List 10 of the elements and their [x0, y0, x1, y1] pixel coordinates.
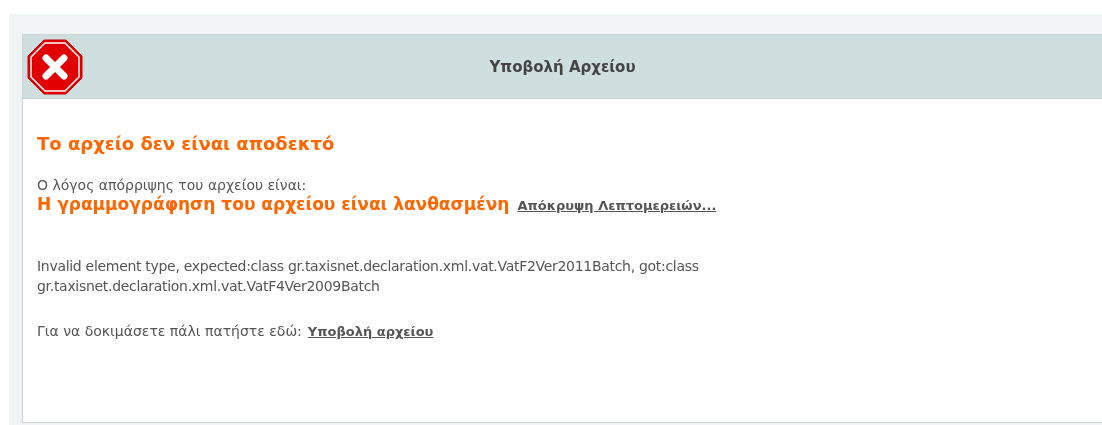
- hide-details-link[interactable]: Απόκρυψη Λεπτομερειών...: [517, 198, 717, 213]
- reason-label: Ο λόγος απόρριψης του αρχείου είναι:: [37, 176, 308, 194]
- error-details-line: gr.taxisnet.declaration.xml.vat.VatF4Ver2009Batch: [37, 277, 381, 296]
- retry-text: Για να δοκιμάσετε πάλι πατήστε εδώ:: [37, 323, 302, 339]
- error-details-line: Invalid element type, expected:class gr.taxisnet.declaration.xml.vat.VatF2Ver2011Batch, got:class: [37, 257, 700, 276]
- submit-file-link[interactable]: Υποβολή αρχείου: [307, 324, 434, 339]
- dialog-title: Υποβολή Αρχείου: [489, 57, 636, 76]
- error-heading: Το αρχείο δεν είναι αποδεκτό: [37, 133, 336, 154]
- reason-text: Η γραμμογράφηση του αρχείου είναι λανθασμένη: [37, 194, 510, 214]
- error-icon: [27, 39, 83, 95]
